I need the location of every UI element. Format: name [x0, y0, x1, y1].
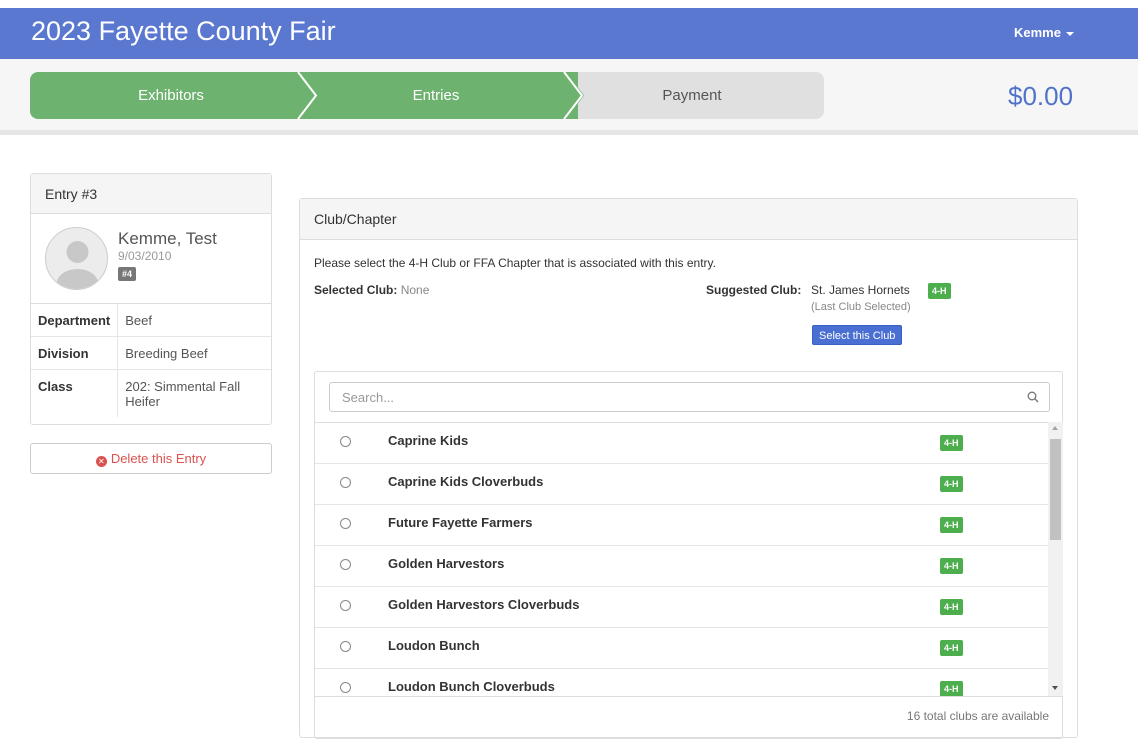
club-tag: 4-H: [940, 435, 963, 451]
search-icon[interactable]: [1027, 391, 1039, 403]
top-navbar: 2023 Fayette County Fair Kemme: [0, 8, 1138, 59]
club-name: Loudon Bunch: [388, 638, 480, 653]
club-radio[interactable]: [340, 477, 351, 488]
club-list-item[interactable]: Future Fayette Farmers 4-H: [315, 505, 1048, 546]
club-tag: 4-H: [940, 476, 963, 492]
entry-summary-panel: Entry #3 Kemme, Test 9/03/2010 #4 Depart…: [30, 173, 272, 425]
entry-details-table: Department Beef Division Breeding Beef C…: [31, 304, 271, 417]
select-suggested-club-button[interactable]: Select this Club: [812, 325, 903, 345]
club-tag: 4-H: [940, 681, 963, 696]
exhibitor-name: Kemme, Test: [118, 229, 217, 248]
remove-circle-icon: ✕: [95, 456, 107, 467]
club-radio[interactable]: [340, 436, 351, 447]
club-radio[interactable]: [340, 682, 351, 693]
suggested-club-tag: 4-H: [928, 283, 951, 299]
cart-total: $0.00: [1008, 81, 1074, 111]
detail-label: Division: [31, 336, 119, 370]
exhibitor-dob: 9/03/2010: [118, 249, 172, 263]
app-title[interactable]: 2023 Fayette County Fair: [31, 16, 336, 47]
step-chevron-arrow: [294, 72, 318, 119]
user-menu[interactable]: Kemme: [1014, 25, 1074, 40]
suggested-club-label: Suggested Club:: [706, 283, 802, 297]
club-list: Caprine Kids 4-H Caprine Kids Cloverbuds…: [315, 422, 1048, 696]
club-list-footer: 16 total clubs are available: [315, 696, 1062, 740]
club-name: Caprine Kids: [388, 433, 469, 448]
selected-club: Selected Club: None: [314, 283, 429, 297]
detail-row: Department Beef: [31, 304, 271, 337]
club-instructions: Please select the 4-H Club or FFA Chapte…: [314, 256, 716, 270]
step-tracker: Payment Entries Exhibitors: [30, 72, 824, 119]
detail-row: Division Breeding Beef: [31, 336, 271, 370]
club-panel-heading: Club/Chapter: [300, 199, 1077, 240]
club-list-item[interactable]: Golden Harvestors 4-H: [315, 546, 1048, 587]
club-tag: 4-H: [940, 599, 963, 615]
caret-down-icon: [1065, 31, 1074, 36]
club-name: Golden Harvestors: [388, 556, 505, 571]
checkout-step-bar: Payment Entries Exhibitors $0.00: [0, 59, 1138, 135]
step-exhibitors-label: Exhibitors: [138, 87, 204, 104]
exhibitor-number-badge: #4: [118, 267, 137, 281]
club-name: Loudon Bunch Cloverbuds: [388, 679, 555, 694]
detail-label: Class: [31, 369, 119, 417]
avatar: [45, 227, 108, 290]
user-silhouette-icon: [56, 241, 99, 289]
club-list-item[interactable]: Loudon Bunch 4-H: [315, 628, 1048, 669]
detail-value: Beef: [117, 304, 271, 337]
club-list-scrollbar[interactable]: [1048, 422, 1063, 696]
club-tag: 4-H: [940, 517, 963, 533]
club-search: [329, 382, 1050, 412]
step-payment[interactable]: Payment: [560, 72, 824, 119]
club-name: Caprine Kids Cloverbuds: [388, 474, 544, 489]
club-list-item[interactable]: Caprine Kids Cloverbuds 4-H: [315, 464, 1048, 505]
exhibitor-profile: Kemme, Test 9/03/2010 #4: [31, 214, 271, 304]
detail-value: Breeding Beef: [117, 336, 271, 370]
club-count: 16 total clubs are available: [906, 709, 1049, 723]
step-chevron-arrow: [560, 72, 584, 119]
scroll-down-arrow-icon[interactable]: [1052, 686, 1058, 690]
detail-label: Department: [31, 304, 119, 337]
selected-club-label: Selected Club:: [314, 283, 398, 297]
step-entries[interactable]: Entries: [294, 72, 578, 119]
club-chapter-panel: Club/Chapter Please select the 4-H Club …: [299, 198, 1078, 739]
club-list-item[interactable]: Caprine Kids 4-H: [315, 423, 1048, 464]
suggested-club-value: St. James Hornets: [811, 283, 910, 297]
step-payment-label: Payment: [662, 87, 722, 104]
selected-club-value: None: [400, 283, 430, 297]
detail-value: 202: Simmental Fall Heifer: [125, 379, 241, 409]
club-list-item[interactable]: Golden Harvestors Cloverbuds 4-H: [315, 587, 1048, 628]
delete-entry-button[interactable]: ✕ Delete this Entry: [30, 443, 272, 474]
club-list-item[interactable]: Loudon Bunch Cloverbuds 4-H: [315, 669, 1048, 696]
club-radio[interactable]: [340, 641, 351, 652]
detail-row: Class 202: Simmental Fall Heifer: [31, 369, 271, 417]
club-radio[interactable]: [340, 518, 351, 529]
scroll-up-arrow-icon[interactable]: [1052, 426, 1058, 430]
scrollbar-thumb[interactable]: [1050, 439, 1061, 540]
entry-heading: Entry #3: [31, 174, 271, 214]
club-name: Golden Harvestors Cloverbuds: [388, 597, 580, 612]
user-name: Kemme: [1014, 25, 1061, 40]
suggested-club-note: (Last Club Selected): [811, 301, 911, 313]
club-radio[interactable]: [340, 559, 351, 570]
club-list-box: Caprine Kids 4-H Caprine Kids Cloverbuds…: [314, 371, 1063, 739]
club-tag: 4-H: [940, 558, 963, 574]
delete-entry-label: Delete this Entry: [110, 451, 207, 466]
club-name: Future Fayette Farmers: [388, 515, 533, 530]
step-entries-label: Entries: [412, 87, 460, 104]
club-search-input[interactable]: [330, 383, 1020, 411]
step-exhibitors[interactable]: Exhibitors: [30, 72, 312, 119]
club-radio[interactable]: [340, 600, 351, 611]
club-tag: 4-H: [940, 640, 963, 656]
